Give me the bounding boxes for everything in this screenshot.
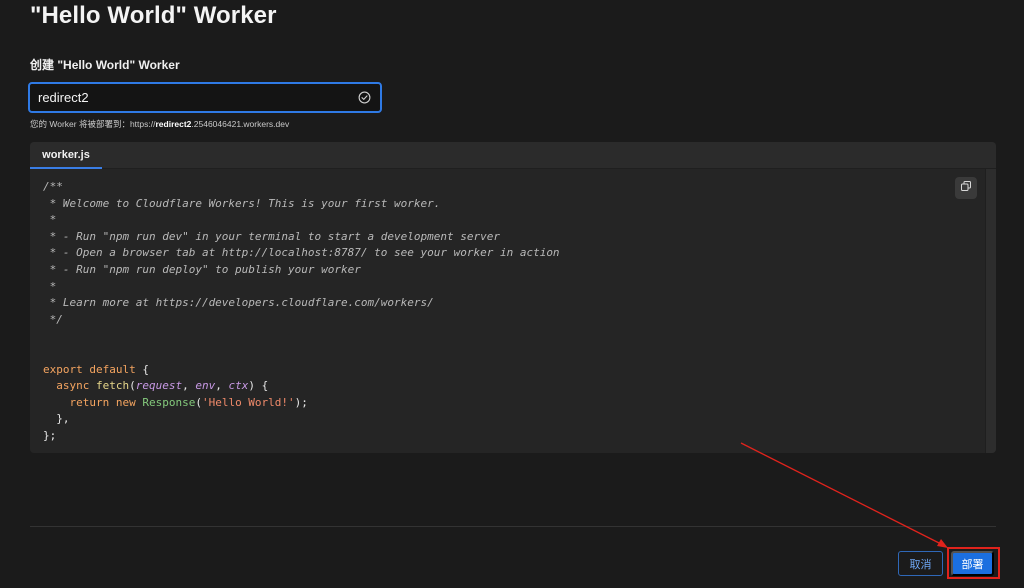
editor-scrollbar[interactable] [985, 169, 996, 453]
code-line: }, [43, 411, 560, 428]
tab-worker-js[interactable]: worker.js [30, 142, 102, 169]
worker-name-input[interactable] [38, 90, 356, 105]
code-token: ) { [248, 379, 269, 393]
deploy-url-hint: 您的 Worker 将被部署到：https://redirect2.254604… [30, 118, 289, 130]
code-token: request [135, 379, 183, 393]
code-token: , [182, 379, 196, 393]
code-content: /** * Welcome to Cloudflare Workers! Thi… [43, 179, 560, 445]
deploy-url-suffix: .2546046421.workers.dev [191, 119, 290, 129]
code-line: return new Response('Hello World!'); [43, 395, 560, 412]
code-token: ); [294, 395, 308, 409]
code-line: * [43, 212, 560, 229]
code-line: /** [43, 179, 560, 196]
code-token: */ [43, 312, 63, 326]
worker-name-label: 创建 "Hello World" Worker [30, 58, 180, 72]
code-token: }, [43, 412, 70, 426]
page-title: "Hello World" Worker [30, 2, 277, 29]
code-line: * - Run "npm run deploy" to publish your… [43, 262, 560, 279]
check-circle-icon [356, 90, 372, 106]
code-token: }; [43, 428, 57, 442]
code-token: * [43, 279, 57, 293]
code-line: * Learn more at https://developers.cloud… [43, 295, 560, 312]
code-token: , [215, 379, 229, 393]
code-token: ctx [228, 379, 249, 393]
code-line: async fetch(request, env, ctx) { [43, 378, 560, 395]
code-token: ( [195, 395, 202, 409]
code-token: * [43, 213, 57, 227]
code-token: * - Run "npm run dev" in your terminal t… [43, 229, 500, 243]
code-token: /** [43, 180, 63, 193]
code-token: return new [43, 395, 143, 409]
code-token: * - Open a browser tab at http://localho… [43, 246, 560, 260]
code-token: * Welcome to Cloudflare Workers! This is… [43, 196, 441, 210]
cancel-button[interactable]: 取消 [898, 551, 943, 576]
code-line: * Welcome to Cloudflare Workers! This is… [43, 196, 560, 213]
deploy-highlight-box [947, 547, 1000, 579]
code-token: Response [142, 395, 196, 409]
code-token: * - Run "npm run deploy" to publish your… [43, 262, 361, 276]
deploy-url-prefix: 您的 Worker 将被部署到：https:// [30, 119, 156, 129]
code-token: * Learn more at https://developers.cloud… [43, 296, 434, 310]
code-line: export default { [43, 362, 560, 379]
copy-code-button[interactable] [955, 177, 977, 199]
deploy-url-name: redirect2 [155, 119, 192, 129]
code-token: { [135, 362, 149, 376]
editor-tabbar: worker.js [30, 142, 996, 169]
footer-divider [30, 526, 996, 527]
code-line: * [43, 279, 560, 296]
code-token: async [43, 379, 96, 393]
code-line: }; [43, 428, 560, 445]
code-token: env [195, 379, 216, 393]
code-token: ( [129, 379, 136, 393]
code-token: export default [43, 362, 136, 376]
code-line: * - Run "npm run dev" in your terminal t… [43, 229, 560, 246]
code-line: */ [43, 312, 560, 329]
copy-icon [960, 179, 972, 197]
code-editor: worker.js /** * Welcome to Cloudflare Wo… [30, 142, 996, 453]
worker-name-field[interactable] [28, 82, 382, 113]
code-line: * - Open a browser tab at http://localho… [43, 245, 560, 262]
code-token: 'Hello World!' [201, 395, 295, 409]
code-token: fetch [95, 379, 130, 393]
